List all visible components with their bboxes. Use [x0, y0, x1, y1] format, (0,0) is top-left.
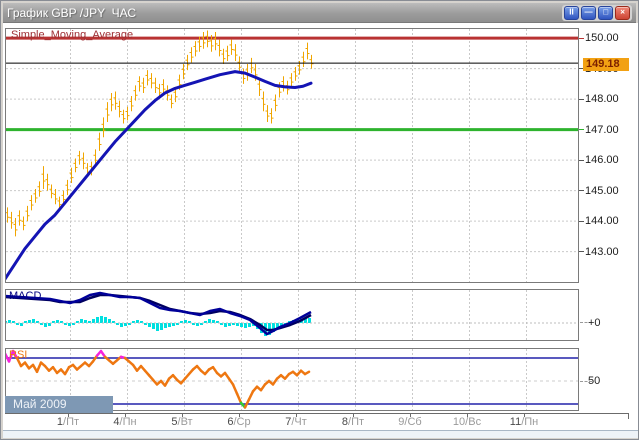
current-price-chip: 149.18: [583, 58, 629, 71]
time-axis-line: [5, 413, 629, 414]
rsi-mid-label: 50: [588, 375, 600, 387]
window-controls: II — □ ×: [562, 5, 632, 21]
date-tick-label: 11/Пн: [510, 416, 538, 428]
date-tick-label: 9/Сб: [398, 416, 421, 428]
price-tick: [579, 129, 584, 130]
price-tick: [579, 251, 584, 252]
maximize-icon: □: [603, 7, 608, 19]
window-title: График GBP /JPY ЧАС: [7, 6, 136, 20]
sma-indicator-label: Simple_Moving_Average: [11, 29, 133, 41]
bottom-strip: [3, 430, 638, 438]
rsi-indicator-label: RSI: [9, 349, 27, 361]
main-chart-canvas[interactable]: [5, 28, 579, 283]
date-tick-label: 10/Вс: [453, 416, 481, 428]
price-tick-label: 144.00: [585, 215, 633, 227]
price-tick-label: 143.00: [585, 246, 633, 258]
minimize-button[interactable]: —: [581, 6, 596, 20]
macd-indicator-label: MACD: [9, 290, 41, 302]
chart-client-area: Simple_Moving_Average MACD RSI Май 2009 …: [3, 23, 638, 438]
title-bar[interactable]: График GBP /JPY ЧАС II — □ ×: [3, 3, 636, 23]
date-tick-label: 6/Ср: [227, 416, 250, 428]
price-tick: [579, 38, 584, 39]
close-icon: ×: [620, 7, 625, 19]
price-tick-label: 147.00: [585, 124, 633, 136]
price-tick-label: 150.00: [585, 32, 633, 44]
macd-zero-label: +0: [588, 317, 601, 329]
maximize-button[interactable]: □: [598, 6, 613, 20]
date-tick-label: 4/Пн: [113, 416, 136, 428]
price-tick-label: 145.00: [585, 185, 633, 197]
macd-canvas[interactable]: [5, 289, 579, 341]
close-button[interactable]: ×: [615, 6, 630, 20]
date-tick-label: 8/Пт: [342, 416, 364, 428]
price-tick: [579, 160, 584, 161]
pause-button[interactable]: II: [564, 6, 579, 20]
chart-window: График GBP /JPY ЧАС II — □ × Simple_Movi…: [0, 0, 639, 440]
time-axis-end-tick: [628, 413, 629, 419]
price-tick-label: 148.00: [585, 93, 633, 105]
date-tick-label: 7/Чт: [285, 416, 307, 428]
price-tick: [579, 190, 584, 191]
date-tick-label: 5/Вт: [171, 416, 192, 428]
price-tick-label: 146.00: [585, 154, 633, 166]
pause-icon: II: [569, 7, 574, 19]
minimize-icon: —: [584, 7, 592, 19]
month-label: Май 2009: [5, 396, 113, 413]
price-tick: [579, 221, 584, 222]
date-tick-label: 1/Пт: [57, 416, 79, 428]
price-tick: [579, 99, 584, 100]
